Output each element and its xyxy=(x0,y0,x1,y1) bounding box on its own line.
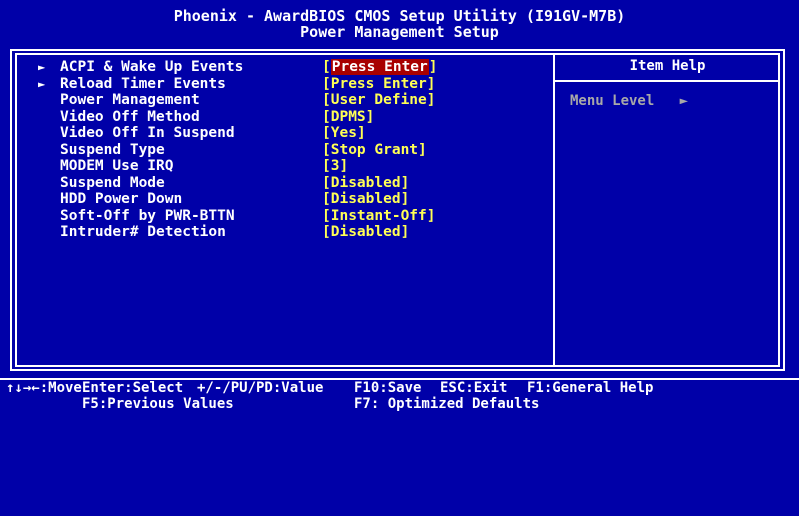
setting-value[interactable]: [Yes] xyxy=(322,125,366,141)
move-hint: ↑↓→←:Move xyxy=(6,380,82,396)
menu-level-indicator: Menu Level ► xyxy=(570,93,688,109)
setting-row[interactable]: Power Management [User Define] xyxy=(40,92,550,109)
value-bracket-close: ] xyxy=(426,207,436,224)
menu-level-arrow-icon: ► xyxy=(679,93,689,109)
setting-row[interactable]: Soft-Off by PWR-BTTN [Instant-Off] xyxy=(40,208,550,225)
setting-label: Power Management xyxy=(60,92,200,108)
setting-value[interactable]: [Press Enter] xyxy=(322,76,436,92)
settings-list: ► ACPI & Wake Up Events [Press Enter] ► Relo… xyxy=(38,59,550,241)
value-bracket-open: [ xyxy=(322,59,331,75)
value-bracket-close: ] xyxy=(426,75,436,92)
value-bracket-open: [ xyxy=(322,75,331,92)
setting-value[interactable]: [Disabled] xyxy=(322,224,409,240)
setting-value[interactable]: [Disabled] xyxy=(322,191,409,207)
setting-value[interactable]: [Disabled] xyxy=(322,175,409,191)
setting-value-text: Yes xyxy=(330,125,357,141)
setting-value[interactable]: [DPMS] xyxy=(322,109,374,125)
setting-value-text: User Define xyxy=(330,92,427,108)
value-bracket-open: [ xyxy=(322,207,331,224)
value-bracket-close: ] xyxy=(400,174,410,191)
setting-value[interactable]: [3] xyxy=(322,158,348,174)
setting-row[interactable]: ► ACPI & Wake Up Events [Press Enter] xyxy=(38,59,550,76)
setting-value-text: DPMS xyxy=(330,108,366,125)
setting-value-text: Instant-Off xyxy=(330,207,427,224)
setting-row[interactable]: Suspend Type [Stop Grant] xyxy=(40,142,550,159)
setting-label: ACPI & Wake Up Events xyxy=(60,59,244,75)
setting-value[interactable]: [User Define] xyxy=(322,92,436,108)
setting-row[interactable]: Suspend Mode [Disabled] xyxy=(40,175,550,192)
panel-divider xyxy=(553,53,555,367)
setting-label: Video Off In Suspend xyxy=(60,125,235,141)
value-bracket-open: [ xyxy=(322,191,331,207)
general-help-hint: F1:General Help xyxy=(527,380,654,396)
setting-value-text: Press Enter xyxy=(330,75,427,92)
help-title-separator xyxy=(555,80,780,82)
setting-label: Reload Timer Events xyxy=(60,75,226,92)
setting-row[interactable]: Intruder# Detection [Disabled] xyxy=(40,224,550,241)
exit-hint: ESC:Exit xyxy=(440,380,508,396)
setting-label: Video Off Method xyxy=(60,108,200,125)
page-subtitle: Power Management Setup xyxy=(300,23,499,41)
key-help-footer: ↑↓→←:Move Enter:Select +/-/PU/PD:Value F… xyxy=(0,381,799,418)
setting-row[interactable]: MODEM Use IRQ [3] xyxy=(40,158,550,175)
setting-label: Suspend Type xyxy=(60,141,165,158)
setting-row[interactable]: HDD Power Down [Disabled] xyxy=(40,191,550,208)
setting-value[interactable]: [Stop Grant] xyxy=(322,142,427,158)
setting-label: Intruder# Detection xyxy=(60,224,226,240)
value-bracket-open: [ xyxy=(322,108,331,125)
setting-row[interactable]: ► Reload Timer Events [Press Enter] xyxy=(38,75,550,93)
select-hint: Enter:Select xyxy=(82,380,184,396)
value-bracket-close: ] xyxy=(356,125,366,141)
value-bracket-open: [ xyxy=(322,125,331,141)
value-bracket-close: ] xyxy=(400,191,410,207)
setting-label: HDD Power Down xyxy=(60,191,183,207)
value-bracket-close: ] xyxy=(418,141,427,158)
value-hint: +/-/PU/PD:Value xyxy=(197,380,324,396)
setting-label: Soft-Off by PWR-BTTN xyxy=(60,207,235,224)
window-title: Phoenix - AwardBIOS CMOS Setup Utility (… xyxy=(173,7,626,25)
value-bracket-open: [ xyxy=(322,158,331,174)
optimized-defaults-hint: F7: Optimized Defaults xyxy=(354,396,540,412)
value-bracket-open: [ xyxy=(322,174,331,191)
value-bracket-close: ] xyxy=(400,224,410,240)
setting-value-text: Disabled xyxy=(330,191,401,207)
value-bracket-close: ] xyxy=(428,59,438,75)
value-bracket-open: [ xyxy=(322,141,331,158)
setting-value[interactable]: [Press Enter] xyxy=(322,59,438,75)
setting-label: Suspend Mode xyxy=(60,174,165,191)
value-bracket-close: ] xyxy=(426,92,436,108)
setting-label: MODEM Use IRQ xyxy=(60,158,174,174)
previous-values-hint: F5:Previous Values xyxy=(82,396,234,412)
submenu-arrow-icon: ► xyxy=(38,76,46,91)
setting-value-text: Disabled xyxy=(330,224,401,240)
setting-value-text: Stop Grant xyxy=(330,141,419,158)
value-bracket-open: [ xyxy=(322,92,331,108)
title-bar: Phoenix - AwardBIOS CMOS Setup Utility (… xyxy=(0,0,799,48)
value-bracket-open: [ xyxy=(322,224,331,240)
menu-level-label: Menu Level xyxy=(570,93,655,109)
submenu-arrow-icon: ► xyxy=(38,60,46,74)
save-hint: F10:Save xyxy=(354,380,422,396)
value-bracket-close: ] xyxy=(365,108,375,125)
item-help-title: Item Help xyxy=(629,58,706,74)
setting-row[interactable]: Video Off Method [DPMS] xyxy=(40,109,550,126)
setting-row[interactable]: Video Off In Suspend [Yes] xyxy=(40,125,550,142)
setting-value-text: Disabled xyxy=(330,174,401,191)
setting-value-text: Press Enter xyxy=(330,59,429,75)
value-bracket-close: ] xyxy=(339,158,349,174)
setting-value[interactable]: [Instant-Off] xyxy=(322,208,436,224)
